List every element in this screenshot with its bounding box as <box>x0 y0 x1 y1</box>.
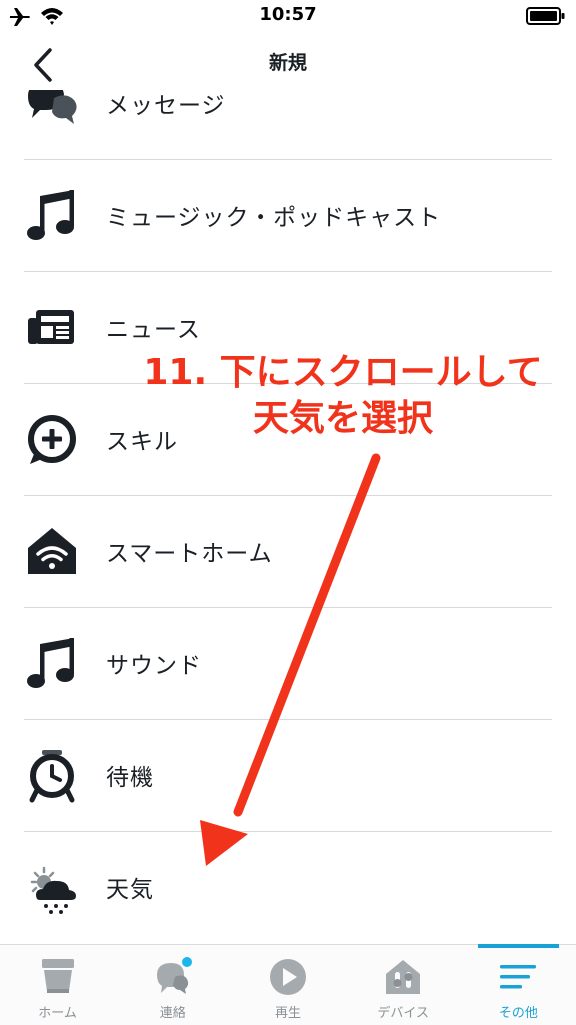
list-item-sound[interactable]: サウンド <box>0 608 576 720</box>
tab-label: ホーム <box>38 1006 77 1021</box>
tab-communicate[interactable]: 連絡 <box>115 945 230 1025</box>
skill-plus-icon <box>28 415 76 464</box>
tab-bar: ホーム 連絡 再生 デバイス その他 <box>0 944 576 1025</box>
list-item-label: ニュース <box>106 317 201 343</box>
tab-label: デバイス <box>377 1006 430 1021</box>
chat-bubble-icon <box>156 957 192 994</box>
weather-icon <box>30 866 76 914</box>
list-item-music-podcast[interactable]: ミュージック・ポッドキャスト <box>0 160 576 272</box>
smart-home-icon <box>28 528 76 574</box>
list-item-label: ミュージック・ポッドキャスト <box>106 205 442 231</box>
list-item-label: 天気 <box>106 877 154 903</box>
list-item-message[interactable]: メッセージ <box>0 90 576 160</box>
annotation-line-1: 11. 下にスクロールして <box>143 352 543 393</box>
tab-label: 連絡 <box>159 1006 186 1021</box>
list-item-label: サウンド <box>106 653 202 679</box>
newspaper-icon <box>28 310 74 344</box>
tab-play[interactable]: 再生 <box>230 945 345 1025</box>
list-item-weather[interactable]: 天気 <box>0 832 576 944</box>
annotation-line-2: 天気を選択 <box>252 398 433 439</box>
list-item-standby[interactable]: 待機 <box>0 720 576 832</box>
tab-label: 再生 <box>275 1006 302 1021</box>
menu-icon <box>500 965 537 989</box>
tab-devices[interactable]: デバイス <box>346 945 461 1025</box>
battery-icon <box>526 7 565 25</box>
list-item-label: 待機 <box>106 765 154 791</box>
message-icon <box>28 90 77 124</box>
status-time: 10:57 <box>259 4 317 25</box>
music-note-icon <box>27 190 74 240</box>
status-bar: 10:57 <box>0 0 576 34</box>
tab-more[interactable]: その他 <box>461 944 576 1025</box>
list-item-smart-home[interactable]: スマートホーム <box>0 496 576 608</box>
tab-home[interactable]: ホーム <box>0 945 115 1025</box>
home-icon <box>41 959 74 993</box>
settings-list-viewport[interactable]: メッセージ ミュージック・ポッドキャスト ニュース スキル スマートホーム サウ… <box>0 90 576 944</box>
music-note-icon <box>27 638 74 688</box>
annotation-callout: 11. 下にスクロールして 天気を選択 <box>118 350 568 442</box>
alarm-clock-icon <box>29 750 75 803</box>
nav-bar: 新規 <box>0 34 576 90</box>
list-item-label: メッセージ <box>106 93 226 119</box>
play-icon <box>270 959 306 995</box>
devices-icon <box>386 960 421 994</box>
list-item-label: スマートホーム <box>106 541 273 567</box>
settings-list: メッセージ ミュージック・ポッドキャスト ニュース スキル スマートホーム サウ… <box>0 90 576 944</box>
tab-label: その他 <box>498 1006 538 1021</box>
page-title: 新規 <box>268 52 307 74</box>
